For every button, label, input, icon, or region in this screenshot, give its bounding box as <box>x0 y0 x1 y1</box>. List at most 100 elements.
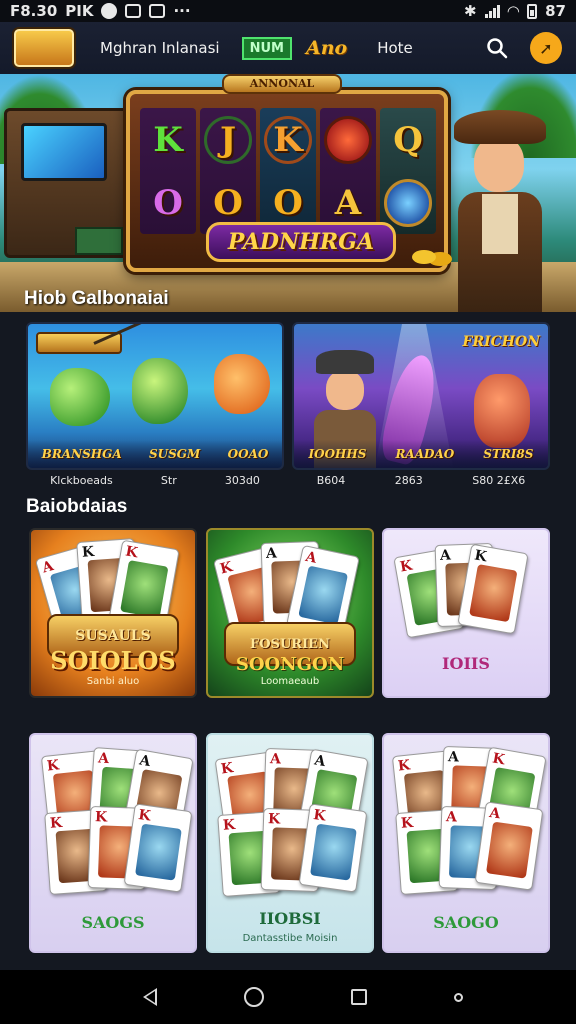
slot-title: PADNHRGA <box>206 222 396 262</box>
nav-link-home[interactable]: Hote <box>377 39 413 57</box>
stat-value: Klckboeads <box>50 474 113 487</box>
app-logo[interactable] <box>14 29 74 67</box>
stat-value: B604 <box>316 474 346 487</box>
status-left-text: PIK <box>65 2 94 20</box>
playing-card: A <box>474 801 544 891</box>
playing-card: K <box>298 803 368 893</box>
hero-banner[interactable]: K O J O K O A Q PADNHRGA ANNONAL <box>0 74 576 312</box>
home-circle-icon[interactable] <box>244 987 265 1007</box>
fish-icon <box>132 358 188 424</box>
gold-coins-icon <box>412 250 436 264</box>
game-subtitle: Loomaeaub <box>260 676 320 687</box>
featured-games: BRANSHGA SUSGM OOAO FRICHON IOOHHS RAADA… <box>26 322 550 496</box>
game-title: IOIIS <box>442 654 490 673</box>
reel: K O <box>260 108 316 234</box>
game-title: SOIOLOS <box>50 646 176 675</box>
lightning-icon: ➚ <box>539 38 553 58</box>
section-title-card-games: Baiobdaias <box>26 496 128 517</box>
bluetooth-icon: ✱ <box>464 2 477 20</box>
character-face <box>326 370 364 410</box>
image-icon <box>125 4 142 18</box>
search-button[interactable] <box>482 33 512 63</box>
gem-symbol-icon <box>384 178 432 227</box>
reel-symbol: Q <box>393 119 423 160</box>
creature-icon <box>474 374 530 448</box>
recents-square-icon[interactable] <box>350 989 367 1005</box>
game-card[interactable]: K A K K A A SAOGO <box>382 733 550 953</box>
sword-symbol-icon <box>324 115 372 164</box>
reel-symbol: A <box>334 182 362 223</box>
character-hat <box>316 350 374 374</box>
featured-caption: BRANSHGA SUSGM OOAO <box>28 440 282 468</box>
stat-value: 2863 <box>394 474 423 487</box>
reel-symbol: O <box>273 182 303 223</box>
profile-button[interactable]: ➚ <box>530 32 562 64</box>
stat-value: 303d0 <box>224 474 260 487</box>
wifi-icon: ◠ <box>507 2 520 20</box>
character-face <box>474 136 524 192</box>
search-icon <box>487 38 508 59</box>
section-title-featured: Hiob Galbonaiai <box>24 288 169 309</box>
stat-value: S80 2£X6 <box>472 474 526 487</box>
signal-icon <box>484 4 500 18</box>
character-shirt <box>482 194 518 254</box>
game-title: SAOGS <box>81 913 145 932</box>
featured-stats: B604 2863 S80 2£X6 <box>292 474 550 487</box>
nav-badge-logo[interactable]: Ano <box>306 37 347 59</box>
mail-icon <box>149 4 166 18</box>
reel: J O <box>200 108 256 234</box>
assistant-dot-icon[interactable] <box>453 992 463 1002</box>
fish-icon <box>214 354 270 414</box>
reel-symbol: O <box>153 182 183 223</box>
game-title: SOONGON <box>235 654 345 675</box>
game-title: SAOGO <box>433 913 499 932</box>
game-subtitle: Sanbi aluo <box>86 676 140 687</box>
system-navigation-bar <box>0 970 576 1024</box>
featured-title: FRICHON <box>462 334 541 350</box>
ribbon-text: FOSURIEN <box>250 636 330 652</box>
game-card[interactable]: A K K SUSAULS SOIOLOS Sanbi aluo <box>29 528 197 698</box>
game-title: IIOBSI <box>259 909 321 928</box>
fish-icon <box>50 368 110 426</box>
reel-symbol: O <box>213 182 243 223</box>
stat-value: Str <box>160 474 177 487</box>
status-left: F8.30 PIK ··· <box>10 2 191 20</box>
slot-reels: K O J O K O A Q <box>140 108 436 234</box>
game-card[interactable]: K A A FOSURIEN SOONGON Loomaeaub <box>206 528 374 698</box>
featured-game-card-adventure[interactable]: FRICHON IOOHHS RAADAO STRI8S <box>292 322 550 470</box>
caption-text: RAADAO <box>395 447 455 461</box>
slot-top-label: ANNONAL <box>222 74 342 94</box>
slot-machine: K O J O K O A Q PADNHRGA <box>126 90 448 272</box>
reel-symbol: K <box>264 115 312 164</box>
arcade-screen <box>21 123 107 181</box>
caption-text: SUSGM <box>148 447 201 461</box>
game-card[interactable]: K A A K K K SAOGS <box>29 733 197 953</box>
nav-link-main[interactable]: Mghran Inlanasi <box>100 39 220 57</box>
back-triangle-icon[interactable] <box>143 988 158 1006</box>
battery-icon <box>527 3 538 19</box>
featured-game-card-fishing[interactable]: BRANSHGA SUSGM OOAO <box>26 322 284 470</box>
arcade-machine-illustration <box>4 108 136 258</box>
reel: K O <box>140 108 196 234</box>
reel-symbol: J <box>204 115 252 164</box>
game-card[interactable]: K A K IOIIS <box>382 528 550 698</box>
caption-text: IOOHHS <box>308 447 367 461</box>
caption-text: STRI8S <box>483 447 534 461</box>
game-subtitle: Dantasstibe Moisin <box>242 933 338 944</box>
reel-symbol: K <box>153 119 183 160</box>
arcade-panel <box>75 227 123 255</box>
character-hat <box>454 110 546 144</box>
featured-caption: IOOHHS RAADAO STRI8S <box>294 440 548 468</box>
top-navigation: Mghran Inlanasi NUM Ano Hote ➚ <box>0 22 576 74</box>
featured-stats: Klckboeads Str 303d0 <box>26 474 284 487</box>
caption-text: BRANSHGA <box>41 447 122 461</box>
status-time: F8.30 <box>10 2 58 20</box>
game-card[interactable]: K A A K K K IIOBSI Dantasstibe Moisin <box>206 733 374 953</box>
status-bar: F8.30 PIK ··· ✱ ◠ 87 <box>0 0 576 22</box>
caption-text: OOAO <box>227 447 269 461</box>
playing-card: K <box>457 543 529 635</box>
explorer-character <box>448 104 552 312</box>
reel: Q <box>380 108 436 234</box>
ribbon-text: SUSAULS <box>75 628 151 644</box>
nav-badge-num[interactable]: NUM <box>241 36 292 60</box>
